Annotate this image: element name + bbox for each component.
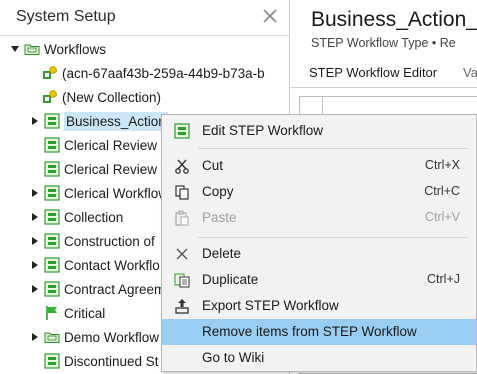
tree-item-label: Contact Workflo xyxy=(64,257,160,273)
menu-item-label: Paste xyxy=(202,210,237,225)
panel-title: System Setup xyxy=(16,8,116,25)
menu-item-cut[interactable]: Cut Ctrl+X xyxy=(162,153,476,179)
menu-item-label: Duplicate xyxy=(202,272,259,287)
tree-item-label: Critical xyxy=(64,305,106,321)
context-menu: Edit STEP Workflow Cut Ctrl+X Copy Ctrl+… xyxy=(161,114,477,372)
workflow-icon xyxy=(44,137,60,153)
tree-item-label: Clerical Review V xyxy=(64,161,170,177)
workflow-icon xyxy=(44,233,60,249)
menu-item-delete[interactable]: Delete xyxy=(162,241,476,267)
tree-item-critical[interactable]: Critical xyxy=(44,302,105,324)
cut-icon xyxy=(174,158,190,174)
object-title: Business_Action_W xyxy=(311,8,477,31)
tree-item-contract-agreement[interactable]: Contract Agreem xyxy=(30,278,165,300)
menu-item-shortcut: Ctrl+X xyxy=(424,158,460,172)
workflow-icon xyxy=(44,185,60,201)
tree-item-contact-workflow[interactable]: Contact Workflo xyxy=(30,254,160,276)
workflow-edit-icon xyxy=(174,123,190,139)
tree-item-label: Discontinued St xyxy=(64,353,159,369)
tree-item-demo-workflow[interactable]: Demo Workflow xyxy=(30,326,159,348)
menu-item-label: Export STEP Workflow xyxy=(202,298,339,313)
collapsed-arrow-icon[interactable] xyxy=(30,236,40,246)
collection-icon xyxy=(42,89,58,105)
tree-item-label: Workflows xyxy=(44,41,107,57)
workflow-icon xyxy=(44,353,60,369)
tree-item-clerical-workflow[interactable]: Clerical Workflow xyxy=(30,182,168,204)
folder-icon xyxy=(44,329,60,345)
close-icon[interactable] xyxy=(262,8,278,24)
menu-item-export-step-workflow[interactable]: Export STEP Workflow xyxy=(162,293,476,319)
copy-icon xyxy=(174,184,190,200)
tab-va[interactable]: Va xyxy=(463,65,477,80)
menu-item-shortcut: Ctrl+C xyxy=(424,184,460,198)
menu-item-label: Edit STEP Workflow xyxy=(202,123,324,138)
menu-item-remove-items[interactable]: Remove items from STEP Workflow xyxy=(162,319,476,345)
menu-item-shortcut: Ctrl+J xyxy=(427,272,460,286)
tree-item-label: (New Collection) xyxy=(62,89,162,105)
panel-header: System Setup xyxy=(0,0,289,36)
menu-item-label: Remove items from STEP Workflow xyxy=(202,324,417,339)
workflow-icon xyxy=(44,257,60,273)
tree-item-clerical-review-c[interactable]: Clerical Review C xyxy=(44,134,171,156)
menu-item-edit-step-workflow[interactable]: Edit STEP Workflow xyxy=(162,118,476,144)
collapsed-arrow-icon[interactable] xyxy=(30,116,40,126)
tree-item-new-collection[interactable]: (New Collection) xyxy=(42,86,161,108)
export-icon xyxy=(174,298,190,314)
menu-item-label: Copy xyxy=(202,184,234,199)
collapsed-arrow-icon[interactable] xyxy=(30,332,40,342)
tree-item-collection[interactable]: (acn-67aaf43b-259a-44b9-b73a-b xyxy=(42,62,265,84)
expand-arrow-icon[interactable] xyxy=(10,44,20,54)
collection-icon xyxy=(42,65,58,81)
tree-item-label: Clerical Review C xyxy=(64,137,171,153)
menu-separator xyxy=(198,237,468,238)
tree-item-clerical-review-v[interactable]: Clerical Review V xyxy=(44,158,170,180)
menu-item-copy[interactable]: Copy Ctrl+C xyxy=(162,179,476,205)
collapsed-arrow-icon[interactable] xyxy=(30,284,40,294)
workflow-icon xyxy=(44,113,60,129)
collapsed-arrow-icon[interactable] xyxy=(30,212,40,222)
paste-icon xyxy=(174,210,190,226)
workflow-icon xyxy=(44,209,60,225)
menu-item-duplicate[interactable]: Duplicate Ctrl+J xyxy=(162,267,476,293)
tree-item-label: Collection xyxy=(64,209,124,225)
duplicate-icon xyxy=(174,272,190,288)
tree-item-label: Construction of xyxy=(64,233,155,249)
tree-item-discontinued[interactable]: Discontinued St xyxy=(44,350,159,372)
collapsed-arrow-icon[interactable] xyxy=(30,260,40,270)
object-subtitle: STEP Workflow Type • Re xyxy=(311,36,456,50)
menu-item-shortcut: Ctrl+V xyxy=(424,210,460,224)
menu-item-label: Cut xyxy=(202,158,224,173)
workflow-icon xyxy=(44,281,60,297)
tab-step-workflow-editor[interactable]: STEP Workflow Editor xyxy=(309,65,437,80)
delete-icon xyxy=(174,246,190,262)
menu-item-label: Delete xyxy=(202,246,242,261)
menu-item-label: Go to Wiki xyxy=(202,350,265,365)
workflow-icon xyxy=(44,161,60,177)
tree-item-label: Business_Action xyxy=(64,111,168,131)
editor-tabs: STEP Workflow Editor Va xyxy=(291,58,477,88)
tree-item-business-action[interactable]: Business_Action xyxy=(30,110,168,132)
tree-item-label: Demo Workflow xyxy=(64,329,160,345)
tree-item-label: (acn-67aaf43b-259a-44b9-b73a-b xyxy=(62,65,265,81)
folder-icon xyxy=(24,41,40,57)
collapsed-arrow-icon[interactable] xyxy=(30,188,40,198)
tree-item-collection-workflow[interactable]: Collection xyxy=(30,206,123,228)
tree-item-label: Clerical Workflow xyxy=(64,185,169,201)
menu-item-go-to-wiki[interactable]: Go to Wiki xyxy=(162,345,476,371)
tree-item-construction[interactable]: Construction of xyxy=(30,230,155,252)
tree-item-workflows[interactable]: Workflows xyxy=(10,38,106,60)
tree-item-label: Contract Agreem xyxy=(64,281,166,297)
menu-separator xyxy=(198,148,468,149)
flag-icon xyxy=(44,305,60,321)
menu-item-paste[interactable]: Paste Ctrl+V xyxy=(162,205,476,231)
